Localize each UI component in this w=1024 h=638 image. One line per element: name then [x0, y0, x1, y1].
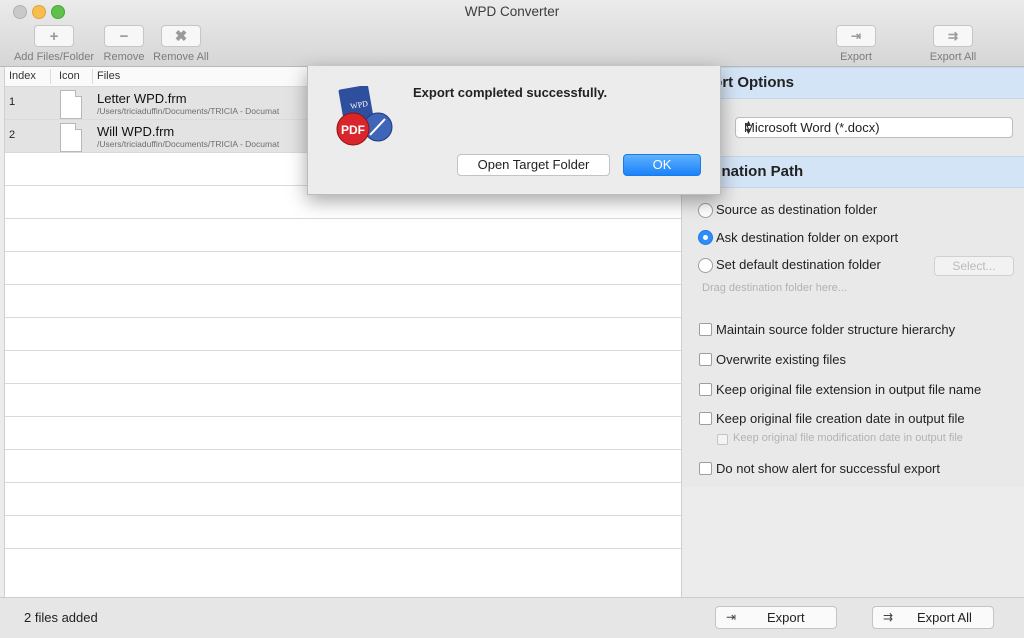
toolbar-export-all-label: Export All: [929, 51, 977, 63]
radio-ask-folder[interactable]: [698, 230, 713, 245]
checkbox-keep-modification-date[interactable]: [717, 434, 728, 445]
keep-extension-label: Keep original file extension in output f…: [716, 382, 982, 397]
export-all-button-label: Export All: [917, 610, 972, 625]
keep-modification-label: Keep original file modification date in …: [733, 432, 963, 444]
remove-all-button[interactable]: ✖ Remove All: [150, 25, 212, 63]
export-all-button[interactable]: ⇉ Export All: [872, 606, 994, 629]
checkbox-maintain-structure[interactable]: [699, 323, 712, 336]
document-icon: [60, 123, 82, 152]
destination-path-header: stination Path: [682, 156, 1024, 188]
export-all-icon: ⇉: [933, 25, 973, 47]
drag-destination-hint[interactable]: Drag destination folder here...: [702, 282, 847, 294]
column-icon[interactable]: Icon: [59, 70, 80, 82]
wpd-pdf-app-icon: WPD PDF: [336, 86, 393, 146]
chevron-updown-icon: ▲ ▼: [744, 118, 753, 136]
title-bar: WPD Converter + Add Files/Folder − Remov…: [0, 0, 1024, 67]
row-index: 1: [9, 96, 16, 108]
keep-creation-label: Keep original file creation date in outp…: [716, 411, 965, 426]
maintain-structure-label: Maintain source folder structure hierarc…: [716, 322, 956, 337]
file-path: /Users/triciaduffin/Documents/TRICIA - D…: [97, 139, 280, 149]
radio-default-folder[interactable]: [698, 258, 713, 273]
toolbar-export-button[interactable]: ⇥ Export: [833, 25, 879, 63]
export-all-icon: ⇉: [883, 610, 894, 624]
select-folder-button[interactable]: Select...: [934, 256, 1014, 276]
export-options-header: port Options: [682, 67, 1024, 99]
plus-icon: +: [34, 25, 74, 47]
empty-row: [5, 285, 681, 318]
checkbox-keep-extension[interactable]: [699, 383, 712, 396]
x-icon: ✖: [161, 25, 201, 47]
empty-row: [5, 483, 681, 516]
pdf-badge-text: PDF: [341, 123, 365, 137]
dialog-message: Export completed successfully.: [413, 85, 608, 100]
add-files-button[interactable]: + Add Files/Folder: [10, 25, 98, 63]
file-path: /Users/triciaduffin/Documents/TRICIA - D…: [97, 106, 280, 116]
checkbox-keep-creation-date[interactable]: [699, 412, 712, 425]
radio-default-label: Set default destination folder: [716, 257, 881, 272]
empty-row: [5, 351, 681, 384]
export-button-label: Export: [767, 610, 805, 625]
empty-row: [5, 384, 681, 417]
empty-row: [5, 219, 681, 252]
file-name: Letter WPD.frm: [97, 91, 187, 106]
radio-source-label: Source as destination folder: [716, 202, 878, 217]
empty-row: [5, 318, 681, 351]
file-name: Will WPD.frm: [97, 124, 175, 139]
remove-label: Remove: [103, 51, 145, 63]
empty-row: [5, 516, 681, 549]
toolbar-export-all-button[interactable]: ⇉ Export All: [925, 25, 981, 63]
export-complete-dialog: WPD PDF Export completed successfully. O…: [307, 66, 721, 195]
document-icon: [60, 90, 82, 119]
options-panel: port Options e: Microsoft Word (*.docx) …: [682, 67, 1024, 487]
checkbox-overwrite[interactable]: [699, 353, 712, 366]
export-icon: ⇥: [726, 610, 737, 624]
output-format-select[interactable]: Microsoft Word (*.docx) ▲ ▼: [735, 117, 1013, 138]
radio-ask-label: Ask destination folder on export: [716, 230, 899, 245]
add-files-label: Add Files/Folder: [13, 51, 95, 63]
checkbox-no-alert[interactable]: [699, 462, 712, 475]
row-index: 2: [9, 129, 16, 141]
empty-row: [5, 252, 681, 285]
minus-icon: −: [104, 25, 144, 47]
remove-all-label: Remove All: [153, 51, 209, 63]
remove-button[interactable]: − Remove: [101, 25, 147, 63]
files-added-count: 2 files added: [24, 610, 98, 625]
toolbar-export-label: Export: [840, 51, 872, 63]
empty-row: [5, 417, 681, 450]
column-index[interactable]: Index: [9, 70, 36, 82]
overwrite-label: Overwrite existing files: [716, 352, 847, 367]
no-alert-label: Do not show alert for successful export: [716, 461, 940, 476]
window-title: WPD Converter: [464, 4, 560, 19]
app-window: WPD Converter + Add Files/Folder − Remov…: [0, 0, 1024, 638]
ok-button[interactable]: OK: [623, 154, 701, 176]
open-target-folder-button[interactable]: Open Target Folder: [457, 154, 610, 176]
export-icon: ⇥: [836, 25, 876, 47]
empty-row: [5, 450, 681, 483]
radio-source-folder[interactable]: [698, 203, 713, 218]
column-files[interactable]: Files: [97, 70, 120, 82]
status-bar: 2 files added ⇥ Export ⇉ Export All: [0, 597, 1024, 638]
export-button[interactable]: ⇥ Export: [715, 606, 837, 629]
